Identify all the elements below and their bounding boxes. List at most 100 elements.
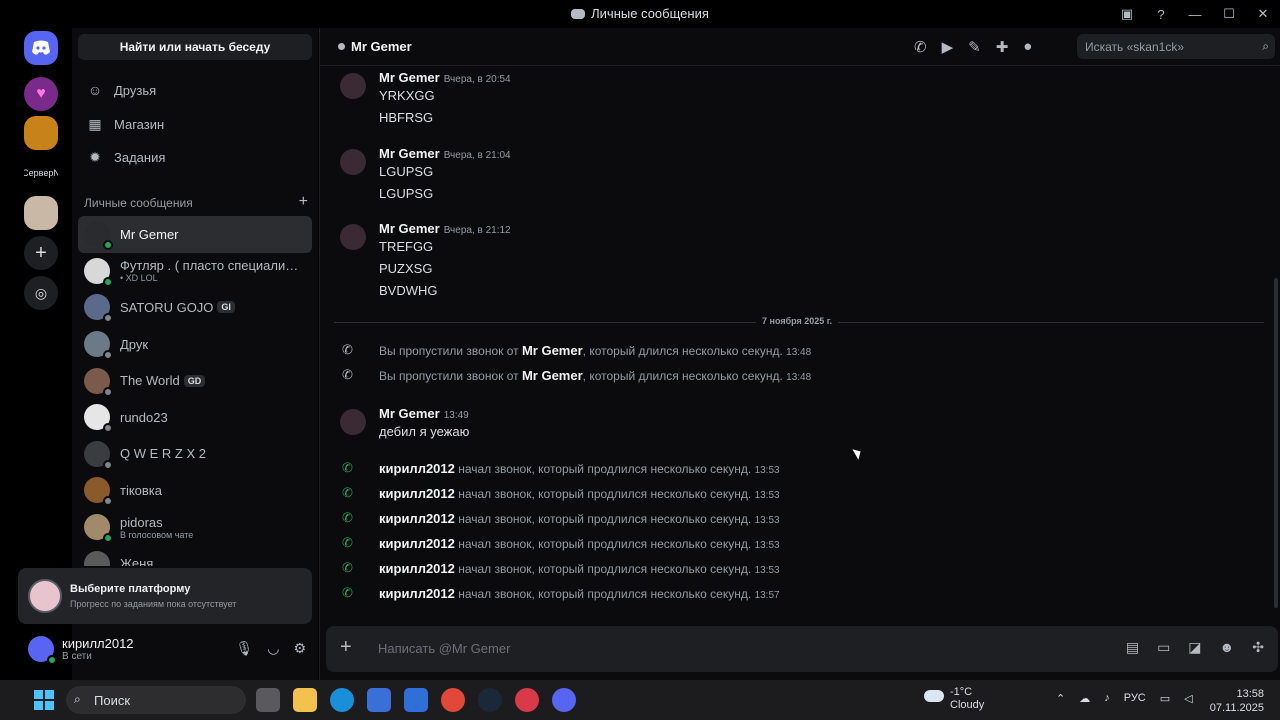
task-view-icon[interactable] xyxy=(256,688,280,712)
server-cat[interactable] xyxy=(24,196,58,230)
caller-name[interactable]: кирилл2012 xyxy=(379,511,455,526)
help-icon[interactable]: ? xyxy=(1144,0,1178,28)
scrollbar[interactable] xyxy=(1274,68,1278,628)
dm-item[interactable]: тiковка xyxy=(78,472,312,509)
video-call-icon[interactable]: ▶ xyxy=(942,38,954,56)
create-dm-icon[interactable]: + xyxy=(299,194,308,210)
maximize-button[interactable]: ☐ xyxy=(1212,0,1246,28)
caller-name[interactable]: кирилл2012 xyxy=(379,586,455,601)
message-author[interactable]: Mr Gemer 13:49 xyxy=(379,406,469,421)
user-avatar[interactable] xyxy=(28,636,57,665)
microphone-icon[interactable]: 🎙 xyxy=(235,640,253,657)
taskbar-search[interactable]: ⌕ Поиск xyxy=(66,686,246,714)
clock[interactable]: 13:58 07.11.2025 xyxy=(1210,687,1264,715)
user-profile-icon[interactable]: ● xyxy=(1023,38,1032,56)
composer-placeholder[interactable]: Написать @Mr Gemer xyxy=(378,641,510,656)
avatar[interactable] xyxy=(340,73,366,99)
close-button[interactable]: ✕ xyxy=(1246,0,1280,28)
language-indicator[interactable]: РУС xyxy=(1124,692,1146,705)
quest-popup[interactable]: Выберите платформу Прогресс по заданиям … xyxy=(18,568,312,624)
chrome-icon[interactable] xyxy=(441,688,465,712)
call-icon[interactable]: ✆ xyxy=(914,38,927,56)
message-author[interactable]: Mr Gemer Вчера, в 21:12 xyxy=(379,221,511,236)
dm-item[interactable]: pidoras В голосовом чате xyxy=(78,509,312,546)
search-icon: ⌕ xyxy=(1262,39,1269,53)
status-dot-icon xyxy=(103,423,113,434)
dm-item[interactable]: Женя xyxy=(78,545,312,566)
outlook-icon[interactable] xyxy=(404,688,428,712)
caller-name[interactable]: кирилл2012 xyxy=(379,536,455,551)
status-dot-icon xyxy=(338,43,345,50)
discover-icon[interactable]: ◎ xyxy=(24,276,58,310)
message-text: LGUPSG xyxy=(379,164,434,179)
author-name: Mr Gemer xyxy=(379,406,440,421)
file-explorer-icon[interactable] xyxy=(293,688,317,712)
message-author[interactable]: Mr Gemer Вчера, в 21:04 xyxy=(379,146,511,161)
microphone-tray-icon[interactable]: ♪ xyxy=(1104,692,1110,705)
avatar[interactable] xyxy=(340,224,366,250)
scrollbar-thumb[interactable] xyxy=(1274,278,1278,608)
dm-item[interactable]: Друк xyxy=(78,326,312,363)
caller-name[interactable]: кирилл2012 xyxy=(379,461,455,476)
nav-quests[interactable]: ✹ Задания xyxy=(78,142,312,172)
store-icon[interactable] xyxy=(367,688,391,712)
avatar[interactable] xyxy=(340,149,366,175)
chat-search-input[interactable]: Искать «skan1ck» ⌕ xyxy=(1077,34,1275,59)
dm-item[interactable]: rundo23 xyxy=(78,399,312,436)
emoji-icon[interactable]: ☻ xyxy=(1220,639,1235,656)
message-text: YRKXGG xyxy=(379,88,435,103)
steam-icon[interactable] xyxy=(478,688,502,712)
nav-friends[interactable]: ☺ Друзья xyxy=(78,75,312,105)
server-heart[interactable]: ♥ xyxy=(24,77,58,111)
settings-gear-icon[interactable]: ⚙ xyxy=(293,640,306,657)
dm-item[interactable]: Футляр . ( пласто специалис... • XD LOL xyxy=(78,253,312,290)
message-list: Mr Gemer Вчера, в 20:54 YRKXGG HBFRSG Mr Gem… xyxy=(320,68,1270,628)
apps-icon[interactable]: ✣ xyxy=(1252,639,1264,656)
home-button[interactable] xyxy=(24,31,58,65)
dm-name-text: The World xyxy=(120,373,180,389)
minimize-button[interactable]: — xyxy=(1178,0,1212,28)
missed-call-user[interactable]: Mr Gemer xyxy=(522,343,583,358)
chevron-up-icon[interactable]: ⌃ xyxy=(1056,692,1065,705)
quest-subtitle: Прогресс по заданиям пока отсутствует xyxy=(70,599,237,609)
dm-item[interactable]: The World GD xyxy=(78,362,312,399)
gif-icon[interactable]: ▭ xyxy=(1157,639,1170,656)
message-composer[interactable]: + Написать @Mr Gemer ▤ ▭ ◪ ☻ ✣ xyxy=(326,626,1278,672)
add-server-button[interactable]: + xyxy=(24,236,58,270)
user-status: В сети xyxy=(62,651,92,662)
missed-call-pre: Вы пропустили звонок от xyxy=(379,369,519,383)
headphones-icon[interactable]: ◡ xyxy=(267,640,279,657)
message-text: BVDWHG xyxy=(379,283,438,298)
call-started-icon: ✆ xyxy=(342,535,353,550)
sticker-icon[interactable]: ◪ xyxy=(1188,639,1201,656)
server-text[interactable]: СерверN xyxy=(24,156,58,190)
call-started-icon: ✆ xyxy=(342,510,353,525)
dm-item[interactable]: Q W E R Z X 2 xyxy=(78,436,312,473)
caller-name[interactable]: кирилл2012 xyxy=(379,486,455,501)
onedrive-icon[interactable]: ☁ xyxy=(1079,692,1090,705)
message-author[interactable]: Mr Gemer Вчера, в 20:54 xyxy=(379,70,511,85)
edge-icon[interactable] xyxy=(330,688,354,712)
dm-item[interactable]: SATORU GOJO GI xyxy=(78,289,312,326)
add-friend-icon[interactable]: ✚ xyxy=(996,38,1009,56)
dm-name: pidoras xyxy=(120,514,163,530)
pin-icon[interactable]: ✎ xyxy=(968,38,981,56)
nav-shop[interactable]: ▦ Магазин xyxy=(78,109,312,139)
discord-taskbar-icon[interactable] xyxy=(552,688,576,712)
app-icon[interactable] xyxy=(515,688,539,712)
network-icon[interactable]: ▭ xyxy=(1160,692,1170,705)
caller-name[interactable]: кирилл2012 xyxy=(379,561,455,576)
volume-icon[interactable]: ◁ xyxy=(1184,692,1192,705)
avatar[interactable] xyxy=(340,409,366,435)
find-conversation-button[interactable]: Найти или начать беседу xyxy=(78,34,312,60)
missed-call-user[interactable]: Mr Gemer xyxy=(522,368,583,383)
windows-start-icon[interactable] xyxy=(34,690,54,710)
gift-icon[interactable]: ▤ xyxy=(1126,639,1139,656)
server-pumpkin[interactable] xyxy=(24,116,58,150)
dm-item[interactable]: Mr Gemer xyxy=(78,216,312,253)
missed-call-line: Вы пропустили звонок от Mr Gemer, которы… xyxy=(379,343,811,358)
message-text: TREFGG xyxy=(379,239,434,254)
dm-name: The World GD xyxy=(120,373,206,389)
inbox-icon[interactable]: ▣ xyxy=(1110,0,1144,28)
attach-plus-icon[interactable]: + xyxy=(340,637,352,657)
